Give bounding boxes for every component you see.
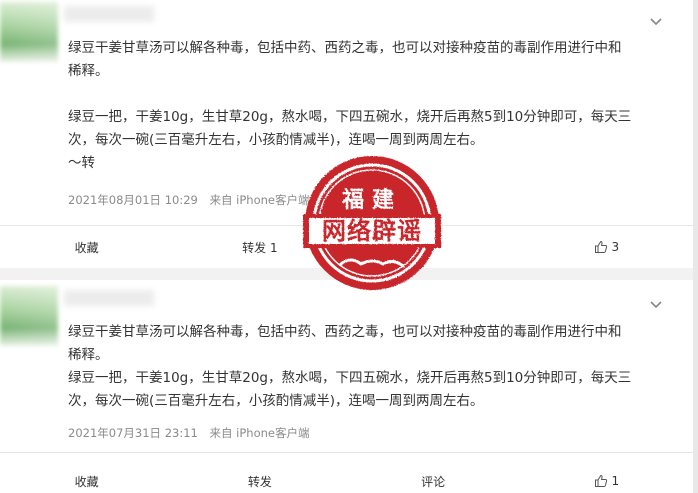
avatar[interactable] [0,286,58,346]
post-timestamp[interactable]: 2021年08月01日 10:29 [68,193,198,207]
thumbs-up-icon [594,474,607,487]
post-source: 来自 iPhone客户端 [209,193,310,207]
repost-label: 转发 [247,474,272,489]
divider [0,452,693,453]
post-line: 稀释。 [68,347,109,363]
comment-label: 评论 [421,474,446,489]
action-bar: 收藏 转发 评论 1 [0,461,693,493]
post-meta: 2021年07月31日 23:11 来自 iPhone客户端 [68,425,317,441]
post-line: 绿豆一把，干姜10g，生甘草20g，熬水喝，下四五碗水，烧开后再熬5到10分钟即… [68,370,632,386]
like-count: 1 [611,474,620,488]
collect-button[interactable]: 收藏 [0,239,173,256]
post-line: 次，每次一碗(三百毫升左右，小孩酌情减半)，连喝一周到两周左右。 [68,393,484,409]
post-timestamp[interactable]: 2021年07月31日 23:11 [68,426,198,440]
post-line: 绿豆干姜甘草汤可以解各种毒，包括中药、西药之毒，也可以对接种疫苗的毒副作用进行中… [68,324,622,340]
collect-label: 收藏 [74,240,99,255]
post-source: 来自 iPhone客户端 [209,426,310,440]
repost-button[interactable]: 转发 [173,473,346,490]
collect-label: 收藏 [74,474,99,489]
chevron-down-icon[interactable] [649,300,663,310]
like-button[interactable]: 1 [520,474,693,488]
like-button[interactable]: 3 [520,240,693,254]
avatar[interactable] [0,2,58,62]
chevron-down-icon[interactable] [649,17,663,27]
comment-button[interactable]: 评论 [347,473,520,490]
like-count: 3 [611,240,620,254]
stamp-top-text: 福建 [341,188,402,213]
post-line: 次，每次一碗(三百毫升左右，小孩酌情减半)，连喝一周到两周左右。 [68,132,484,148]
post-card: 绿豆干姜甘草汤可以解各种毒，包括中药、西药之毒，也可以对接种疫苗的毒副作用进行中… [0,280,693,493]
repost-label: 转发 1 [242,240,278,255]
post-line: 绿豆干姜甘草汤可以解各种毒，包括中药、西药之毒，也可以对接种疫苗的毒副作用进行中… [68,40,622,56]
thumbs-up-icon [594,240,607,253]
collect-button[interactable]: 收藏 [0,473,173,490]
post-meta: 2021年08月01日 10:29 来自 iPhone客户端 [68,192,317,208]
rumor-debunk-stamp: 福建 网络辟谣 [303,156,441,290]
scrollbar[interactable] [693,0,698,493]
post-line: 稀释。 [68,63,109,79]
stamp-main-text: 网络辟谣 [322,217,422,245]
post-line: 绿豆一把，干姜10g，生甘草20g，熬水喝，下四五碗水，烧开后再熬5到10分钟即… [68,109,632,125]
username-blurred [64,6,154,22]
username-blurred [64,290,154,306]
post-text: 绿豆干姜甘草汤可以解各种毒，包括中药、西药之毒，也可以对接种疫苗的毒副作用进行中… [68,321,658,413]
